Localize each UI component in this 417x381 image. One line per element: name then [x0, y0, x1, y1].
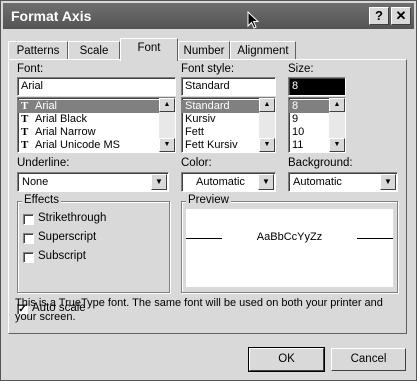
list-item[interactable]: T Arial — [18, 100, 175, 113]
font-style-scrollbar[interactable]: ▲ ▼ — [259, 98, 275, 152]
font-input[interactable]: Arial — [17, 77, 176, 96]
format-axis-dialog: Format Axis ? ✕ Patterns Scale Font Numb… — [0, 0, 417, 381]
close-button[interactable]: ✕ — [391, 7, 411, 25]
help-button[interactable]: ? — [369, 7, 389, 25]
background-label: Background: — [288, 157, 353, 169]
truetype-icon: T — [21, 100, 29, 112]
window-title: Format Axis — [11, 8, 92, 24]
mouse-cursor-icon — [247, 11, 259, 29]
scroll-up-icon[interactable]: ▲ — [159, 98, 175, 112]
chevron-down-icon[interactable]: ▼ — [380, 174, 396, 190]
font-style-input[interactable]: Standard — [181, 77, 276, 96]
color-label: Color: — [181, 157, 212, 169]
list-item[interactable]: T Arial Black — [18, 113, 175, 126]
font-tab-panel: Font: Arial T Arial T Arial Black T Arial N… — [8, 59, 407, 334]
underline-label: Underline: — [17, 157, 70, 169]
truetype-info-text: This is a TrueType font. The same font w… — [15, 297, 383, 323]
font-style-label: Font style: — [181, 63, 235, 75]
scroll-down-icon[interactable]: ▼ — [159, 138, 175, 152]
list-item[interactable]: T Arial Narrow — [18, 126, 175, 139]
subscript-label: Subscript — [38, 250, 86, 262]
subscript-checkbox[interactable] — [23, 252, 34, 263]
superscript-checkbox[interactable] — [23, 233, 34, 244]
cancel-button[interactable]: Cancel — [331, 348, 406, 371]
tab-area: Patterns Scale Font Number Alignment Fon… — [1, 29, 416, 380]
strikethrough-label: Strikethrough — [38, 212, 107, 224]
tab-patterns[interactable]: Patterns — [8, 41, 68, 60]
font-label: Font: — [17, 63, 44, 75]
superscript-label: Superscript — [38, 231, 97, 243]
scroll-down-icon[interactable]: ▼ — [329, 138, 345, 152]
truetype-icon: T — [21, 113, 29, 125]
color-value: Automatic — [196, 176, 245, 188]
chevron-down-icon[interactable]: ▼ — [151, 174, 167, 190]
size-list[interactable]: 8 9 10 11 ▲ ▼ — [288, 97, 346, 153]
background-value: Automatic — [293, 176, 342, 188]
underline-value: None — [22, 176, 49, 188]
ok-button[interactable]: OK — [248, 347, 325, 372]
strikethrough-checkbox[interactable] — [23, 214, 34, 225]
truetype-icon: T — [21, 126, 29, 138]
list-item[interactable]: T Arial Unicode MS — [18, 139, 175, 152]
tab-number[interactable]: Number — [178, 41, 230, 60]
effects-label: Effects — [22, 194, 61, 206]
preview-box: AaBbCcYyZz — [186, 209, 393, 287]
size-label: Size: — [288, 63, 314, 75]
tab-alignment[interactable]: Alignment — [230, 41, 296, 60]
background-select[interactable]: Automatic ▼ — [288, 172, 398, 192]
truetype-icon: T — [21, 139, 29, 151]
size-input[interactable]: 8 — [288, 77, 346, 96]
title-bar[interactable]: Format Axis ? ✕ — [3, 3, 414, 29]
chevron-down-icon[interactable]: ▼ — [258, 174, 274, 190]
size-scrollbar[interactable]: ▲ ▼ — [329, 98, 345, 152]
color-select[interactable]: Automatic ▼ — [181, 172, 276, 192]
tab-scale[interactable]: Scale — [68, 41, 120, 60]
scroll-up-icon[interactable]: ▲ — [329, 98, 345, 112]
tab-font[interactable]: Font — [120, 38, 178, 61]
underline-select[interactable]: None ▼ — [17, 172, 169, 192]
preview-sample: AaBbCcYyZz — [256, 231, 323, 243]
preview-label: Preview — [186, 194, 231, 206]
scroll-down-icon[interactable]: ▼ — [259, 138, 275, 152]
font-list[interactable]: T Arial T Arial Black T Arial Narrow T Arial… — [17, 97, 176, 153]
scroll-up-icon[interactable]: ▲ — [259, 98, 275, 112]
font-style-list[interactable]: Standard Kursiv Fett Fett Kursiv ▲ ▼ — [181, 97, 276, 153]
font-scrollbar[interactable]: ▲ ▼ — [159, 98, 175, 152]
